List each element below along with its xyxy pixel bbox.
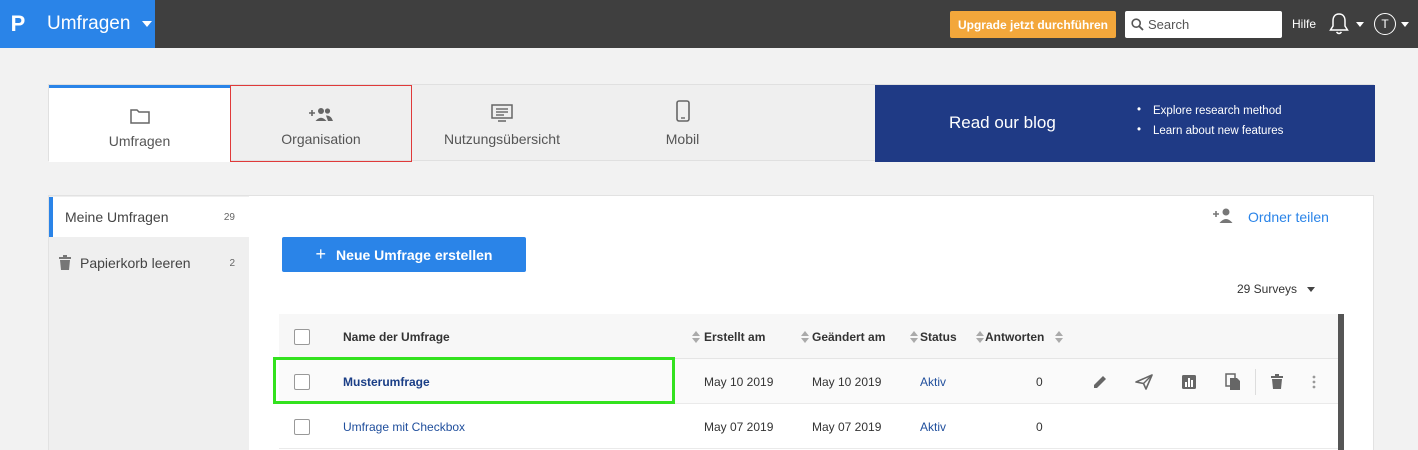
modified-date: May 10 2019 [812,374,882,389]
created-date: May 07 2019 [704,419,774,434]
blog-item[interactable]: Learn about new features [1137,124,1283,137]
analytics-icon[interactable] [1179,372,1199,392]
tab-nutzungsuebersicht[interactable]: Nutzungsübersicht [412,85,592,162]
table-row[interactable]: Umfrage mit Checkbox May 07 2019 May 07 … [279,404,1344,449]
plus-icon: + [315,244,327,264]
search-input[interactable] [1148,17,1278,32]
group-add-icon [308,100,334,122]
sidebar-item-count: 2 [229,257,235,269]
survey-name-link[interactable]: Musterumfrage [343,375,430,389]
column-header-label: Status [920,329,957,344]
upgrade-button[interactable]: Upgrade jetzt durchführen [950,11,1116,38]
sidebar-item-papierkorb[interactable]: Papierkorb leeren 2 [49,243,249,283]
table-row[interactable]: Musterumfrage May 10 2019 May 10 2019 Ak… [273,357,1344,404]
column-header-created[interactable]: Erstellt am [704,314,809,359]
column-header-label: Name der Umfrage [343,329,450,344]
trash-icon [59,255,71,270]
bell-icon [1329,13,1349,35]
surveys-count-dropdown[interactable]: 29 Surveys [1237,282,1316,296]
sidebar-item-label: Papierkorb leeren [80,255,191,271]
search-icon [1131,18,1144,31]
modified-date: May 07 2019 [812,419,882,434]
share-folder-button[interactable]: Ordner teilen [1212,207,1329,226]
monitor-list-icon [491,100,513,122]
tab-mobil[interactable]: Mobil [592,85,773,162]
column-header-modified[interactable]: Geändert am [812,314,918,359]
folder-icon [129,102,150,124]
tab-label: Mobil [665,131,700,147]
top-bar: P Umfragen Upgrade jetzt durchführen Hil… [0,0,1418,48]
divider [1255,369,1256,395]
survey-name-link[interactable]: Umfrage mit Checkbox [343,420,465,434]
select-all-checkbox[interactable] [294,328,310,345]
copy-icon[interactable] [1223,372,1243,392]
column-header-responses[interactable]: Antworten [985,314,1065,359]
new-survey-label: Neue Umfrage erstellen [336,246,493,263]
sort-icon [910,331,918,343]
brand-logo: P [10,11,26,36]
person-add-icon [1212,207,1234,226]
tab-organisation[interactable]: Organisation [230,85,412,162]
share-folder-label: Ordner teilen [1248,208,1329,225]
more-vert-icon[interactable] [1304,372,1324,392]
tab-label: Nutzungsübersicht [444,131,560,147]
avatar[interactable]: T [1374,13,1396,35]
new-survey-button[interactable]: + Neue Umfrage erstellen [282,237,526,272]
delete-icon[interactable] [1267,372,1287,392]
sort-icon [976,331,984,343]
sidebar-item-label: Meine Umfragen [65,209,169,225]
status-badge[interactable]: Aktiv [920,375,946,389]
row-checkbox[interactable] [294,373,310,390]
blog-list: Explore research method Learn about new … [1137,104,1283,145]
table-header: Name der Umfrage Erstellt am Geändert am… [279,314,1344,359]
notifications-button[interactable] [1328,12,1350,39]
mobile-icon [675,100,690,122]
sidebar: Meine Umfragen 29 Papierkorb leeren 2 [49,196,249,450]
chevron-down-icon[interactable] [1401,22,1409,27]
column-header-label: Geändert am [812,329,886,344]
column-header-label: Antworten [985,329,1045,344]
sort-icon [1055,331,1063,343]
created-date: May 10 2019 [704,374,774,389]
blog-banner[interactable]: Read our blog Explore research method Le… [875,85,1375,162]
blog-item[interactable]: Explore research method [1137,104,1283,117]
search-box[interactable] [1125,11,1282,38]
survey-panel: Meine Umfragen 29 Papierkorb leeren 2 Or… [48,195,1374,450]
sort-icon [692,331,700,343]
responses-count: 0 [1036,374,1043,389]
chevron-down-icon [142,21,153,27]
app-title: Umfragen [47,13,131,34]
send-icon[interactable] [1134,372,1154,392]
blog-title: Read our blog [949,113,1056,132]
highlight-outline [273,357,675,404]
edit-icon[interactable] [1090,372,1110,392]
help-link[interactable]: Hilfe [1292,17,1316,31]
primary-nav: Umfragen Organisation Nutzungsübersicht [48,84,1375,162]
app-switcher[interactable]: P Umfragen [0,0,155,48]
tab-label: Organisation [281,131,361,147]
chevron-down-icon [1307,286,1316,292]
sidebar-item-meine-umfragen[interactable]: Meine Umfragen 29 [49,197,249,237]
responses-count: 0 [1036,419,1043,434]
tab-label: Umfragen [108,132,171,149]
column-header-name[interactable]: Name der Umfrage [343,314,700,359]
surveys-count-label: 29 Surveys [1237,282,1298,296]
column-header-label: Erstellt am [704,329,766,344]
tab-umfragen[interactable]: Umfragen [49,85,230,162]
sidebar-item-count: 29 [223,211,235,223]
chevron-down-icon[interactable] [1356,22,1364,27]
status-badge[interactable]: Aktiv [920,420,946,434]
row-checkbox[interactable] [294,418,310,435]
scrollbar[interactable] [1338,314,1344,450]
sort-icon [801,331,809,343]
column-header-status[interactable]: Status [920,314,984,359]
